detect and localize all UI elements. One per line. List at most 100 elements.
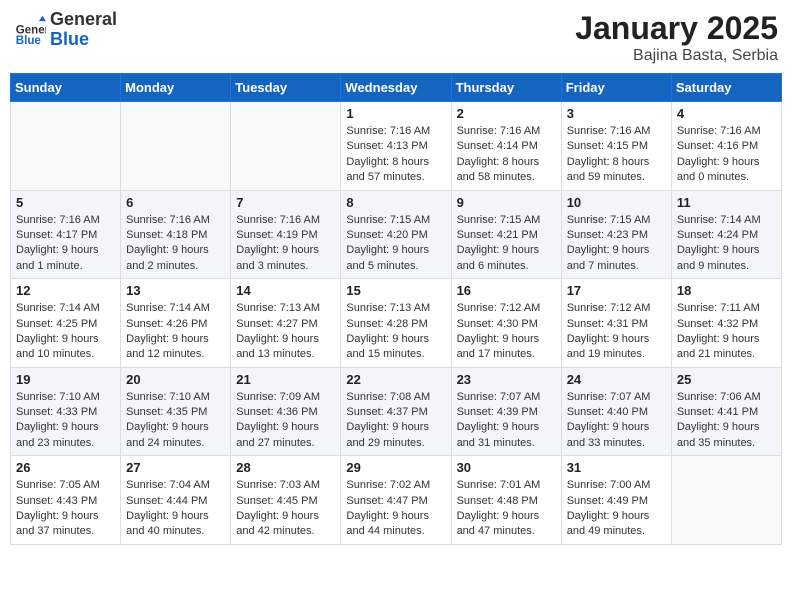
calendar-cell: 16 Sunrise: 7:12 AMSunset: 4:30 PMDayligh… [451,279,561,368]
calendar-cell: 7 Sunrise: 7:16 AMSunset: 4:19 PMDaylight… [231,190,341,279]
calendar-cell: 9 Sunrise: 7:15 AMSunset: 4:21 PMDaylight… [451,190,561,279]
day-info: Sunrise: 7:03 AMSunset: 4:45 PMDaylight:… [236,478,335,540]
day-number: 9 [457,195,556,210]
day-number: 17 [567,283,666,298]
day-info: Sunrise: 7:16 AMSunset: 4:17 PMDaylight:… [16,213,115,275]
calendar-cell: 23 Sunrise: 7:07 AMSunset: 4:39 PMDayligh… [451,367,561,456]
day-number: 23 [457,372,556,387]
logo-general-text: General [50,10,117,30]
weekday-header-sunday: Sunday [11,74,121,102]
day-number: 20 [126,372,225,387]
day-number: 1 [346,106,445,121]
day-number: 3 [567,106,666,121]
calendar-cell: 22Sunrise: 7:08 AMSunset: 4:37 PMDayligh… [341,367,451,456]
day-info: Sunrise: 7:15 AMSunset: 4:20 PMDaylight:… [346,213,445,275]
day-info: Sunrise: 7:07 AMSunset: 4:39 PMDaylight:… [457,390,556,452]
weekday-header-row: SundayMondayTuesdayWednesdayThursdayFrid… [11,74,782,102]
day-info: Sunrise: 7:12 AMSunset: 4:30 PMDaylight:… [457,301,556,363]
svg-text:Blue: Blue [16,35,42,46]
day-number: 21 [236,372,335,387]
day-info: Sunrise: 7:16 AMSunset: 4:18 PMDaylight:… [126,213,225,275]
calendar-cell: 4Sunrise: 7:16 AMSunset: 4:16 PMDaylight… [671,102,781,191]
calendar-cell: 27Sunrise: 7:04 AMSunset: 4:44 PMDayligh… [121,456,231,545]
calendar-cell: 29 Sunrise: 7:02 AMSunset: 4:47 PMDayligh… [341,456,451,545]
calendar-cell: 6 Sunrise: 7:16 AMSunset: 4:18 PMDaylight… [121,190,231,279]
day-info: Sunrise: 7:11 AMSunset: 4:32 PMDaylight:… [677,301,776,363]
month-title: January 2025 [575,10,778,47]
day-number: 19 [16,372,115,387]
weekday-header-tuesday: Tuesday [231,74,341,102]
calendar-cell [671,456,781,545]
day-number: 30 [457,460,556,475]
day-info: Sunrise: 7:15 AMSunset: 4:21 PMDaylight:… [457,213,556,275]
day-number: 18 [677,283,776,298]
day-info: Sunrise: 7:02 AMSunset: 4:47 PMDaylight:… [346,478,445,540]
day-number: 26 [16,460,115,475]
day-info: Sunrise: 7:14 AMSunset: 4:24 PMDaylight:… [677,213,776,275]
calendar-cell: 1 Sunrise: 7:16 AMSunset: 4:13 PMDaylight… [341,102,451,191]
calendar-cell [11,102,121,191]
day-info: Sunrise: 7:09 AMSunset: 4:36 PMDaylight:… [236,390,335,452]
calendar-cell: 20 Sunrise: 7:10 AMSunset: 4:35 PMDayligh… [121,367,231,456]
day-info: Sunrise: 7:01 AMSunset: 4:48 PMDaylight:… [457,478,556,540]
logo-icon: General Blue [14,14,46,46]
calendar-cell: 3 Sunrise: 7:16 AMSunset: 4:15 PMDaylight… [561,102,671,191]
calendar-cell: 12 Sunrise: 7:14 AMSunset: 4:25 PMDayligh… [11,279,121,368]
logo: General Blue General Blue [14,10,117,50]
calendar-week-row: 26 Sunrise: 7:05 AMSunset: 4:43 PMDayligh… [11,456,782,545]
day-number: 27 [126,460,225,475]
day-number: 14 [236,283,335,298]
day-info: Sunrise: 7:14 AMSunset: 4:26 PMDaylight:… [126,301,225,363]
day-info: Sunrise: 7:00 AMSunset: 4:49 PMDaylight:… [567,478,666,540]
day-number: 7 [236,195,335,210]
calendar-table: SundayMondayTuesdayWednesdayThursdayFrid… [10,73,782,545]
day-info: Sunrise: 7:15 AMSunset: 4:23 PMDaylight:… [567,213,666,275]
calendar-cell: 18 Sunrise: 7:11 AMSunset: 4:32 PMDayligh… [671,279,781,368]
day-number: 25 [677,372,776,387]
day-info: Sunrise: 7:16 AMSunset: 4:19 PMDaylight:… [236,213,335,275]
day-info: Sunrise: 7:10 AMSunset: 4:33 PMDaylight:… [16,390,115,452]
day-info: Sunrise: 7:16 AMSunset: 4:15 PMDaylight:… [567,124,666,186]
location-subtitle: Bajina Basta, Serbia [575,47,778,65]
calendar-cell: 24Sunrise: 7:07 AMSunset: 4:40 PMDayligh… [561,367,671,456]
weekday-header-friday: Friday [561,74,671,102]
day-number: 11 [677,195,776,210]
calendar-cell: 30 Sunrise: 7:01 AMSunset: 4:48 PMDayligh… [451,456,561,545]
day-number: 5 [16,195,115,210]
day-number: 10 [567,195,666,210]
calendar-week-row: 1 Sunrise: 7:16 AMSunset: 4:13 PMDaylight… [11,102,782,191]
day-number: 31 [567,460,666,475]
day-info: Sunrise: 7:10 AMSunset: 4:35 PMDaylight:… [126,390,225,452]
calendar-cell: 10 Sunrise: 7:15 AMSunset: 4:23 PMDayligh… [561,190,671,279]
day-number: 4 [677,106,776,121]
day-info: Sunrise: 7:14 AMSunset: 4:25 PMDaylight:… [16,301,115,363]
calendar-cell: 13 Sunrise: 7:14 AMSunset: 4:26 PMDayligh… [121,279,231,368]
calendar-cell: 17Sunrise: 7:12 AMSunset: 4:31 PMDayligh… [561,279,671,368]
calendar-week-row: 5 Sunrise: 7:16 AMSunset: 4:17 PMDaylight… [11,190,782,279]
day-number: 12 [16,283,115,298]
day-info: Sunrise: 7:16 AMSunset: 4:13 PMDaylight:… [346,124,445,186]
day-info: Sunrise: 7:08 AMSunset: 4:37 PMDaylight:… [346,390,445,452]
title-block: January 2025 Bajina Basta, Serbia [575,10,778,65]
day-number: 29 [346,460,445,475]
calendar-cell: 2Sunrise: 7:16 AMSunset: 4:14 PMDaylight… [451,102,561,191]
day-info: Sunrise: 7:13 AMSunset: 4:27 PMDaylight:… [236,301,335,363]
day-number: 6 [126,195,225,210]
calendar-cell: 28 Sunrise: 7:03 AMSunset: 4:45 PMDayligh… [231,456,341,545]
weekday-header-thursday: Thursday [451,74,561,102]
calendar-week-row: 19 Sunrise: 7:10 AMSunset: 4:33 PMDayligh… [11,367,782,456]
day-number: 13 [126,283,225,298]
logo-text: General Blue [50,10,117,50]
logo-blue-text: Blue [50,30,117,50]
day-number: 16 [457,283,556,298]
day-number: 28 [236,460,335,475]
calendar-cell: 26 Sunrise: 7:05 AMSunset: 4:43 PMDayligh… [11,456,121,545]
calendar-cell [121,102,231,191]
calendar-cell: 14 Sunrise: 7:13 AMSunset: 4:27 PMDayligh… [231,279,341,368]
day-info: Sunrise: 7:05 AMSunset: 4:43 PMDaylight:… [16,478,115,540]
weekday-header-monday: Monday [121,74,231,102]
calendar-cell: 21 Sunrise: 7:09 AMSunset: 4:36 PMDayligh… [231,367,341,456]
calendar-cell: 11 Sunrise: 7:14 AMSunset: 4:24 PMDayligh… [671,190,781,279]
calendar-cell [231,102,341,191]
calendar-cell: 15Sunrise: 7:13 AMSunset: 4:28 PMDayligh… [341,279,451,368]
